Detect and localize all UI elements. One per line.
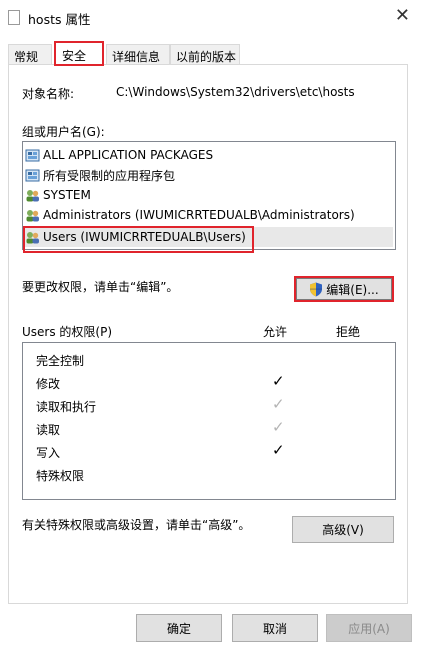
permission-name: 修改 (36, 377, 61, 391)
list-item[interactable]: Administrators (IWUMICRRTEDUALB\Administ… (25, 205, 393, 225)
permission-name: 写入 (36, 446, 61, 460)
object-name-value: C:\Windows\System32\drivers\etc\hosts (116, 85, 355, 99)
close-icon[interactable]: ✕ (395, 5, 410, 26)
permission-row: 特殊权限 (36, 463, 386, 485)
highlight-box (23, 226, 254, 253)
tab-details[interactable]: 详细信息 (106, 44, 170, 65)
tab-security[interactable]: 安全 (54, 41, 104, 66)
edit-button[interactable]: 编辑(E)... (294, 276, 394, 302)
list-item[interactable]: SYSTEM (25, 185, 393, 205)
change-hint: 要更改权限，请单击“编辑”。 (22, 280, 179, 294)
list-item-label: SYSTEM (43, 188, 91, 202)
check-icon: ✓ (272, 418, 285, 436)
edit-button-label: 编辑(E)... (326, 282, 379, 297)
tab-strip: 常规 安全 详细信息 以前的版本 (8, 41, 408, 66)
permissions-listbox: 完全控制 修改 ✓ 读取和执行 ✓ 读取 ✓ 写入 ✓ 特殊权限 (22, 342, 396, 500)
file-icon (8, 10, 20, 25)
apply-button[interactable]: 应用(A) (326, 614, 412, 642)
permission-row: 写入 ✓ (36, 440, 386, 462)
permission-row: 修改 ✓ (36, 371, 386, 393)
check-icon: ✓ (272, 441, 285, 459)
permission-row: 读取和执行 ✓ (36, 394, 386, 416)
list-item-label: 所有受限制的应用程序包 (43, 168, 176, 183)
check-icon: ✓ (272, 372, 285, 390)
advanced-hint: 有关特殊权限或高级设置，请单击“高级”。 (22, 518, 251, 532)
permission-name: 读取和执行 (36, 400, 97, 414)
package-icon (25, 149, 40, 161)
cancel-button[interactable]: 取消 (232, 614, 318, 642)
list-item-label: ALL APPLICATION PACKAGES (43, 148, 214, 162)
advanced-button[interactable]: 高级(V) (292, 516, 394, 543)
shield-icon (310, 282, 323, 296)
permission-name: 读取 (36, 423, 61, 437)
groups-label: 组或用户名(G): (22, 125, 105, 139)
permission-row: 读取 ✓ (36, 417, 386, 439)
title-bar: hosts 属性 ✕ (0, 0, 422, 34)
package-icon (25, 169, 40, 181)
allow-header: 允许 (263, 325, 288, 339)
permission-name: 特殊权限 (36, 469, 85, 483)
check-icon: ✓ (272, 395, 285, 413)
list-item[interactable]: 所有受限制的应用程序包 (25, 165, 393, 185)
permissions-label: Users 的权限(P) (22, 325, 113, 339)
permission-name: 完全控制 (36, 354, 85, 368)
deny-header: 拒绝 (336, 325, 361, 339)
list-item-label: Administrators (IWUMICRRTEDUALB\Administ… (43, 208, 355, 222)
users-icon (26, 209, 39, 221)
tab-general[interactable]: 常规 (8, 44, 52, 65)
list-item[interactable]: ALL APPLICATION PACKAGES (25, 145, 393, 165)
users-icon (26, 189, 39, 201)
ok-button[interactable]: 确定 (136, 614, 222, 642)
tab-previous-versions[interactable]: 以前的版本 (170, 44, 240, 65)
window-title: hosts 属性 (28, 12, 91, 27)
permission-row: 完全控制 (36, 348, 386, 370)
object-name-label: 对象名称: (22, 87, 75, 101)
